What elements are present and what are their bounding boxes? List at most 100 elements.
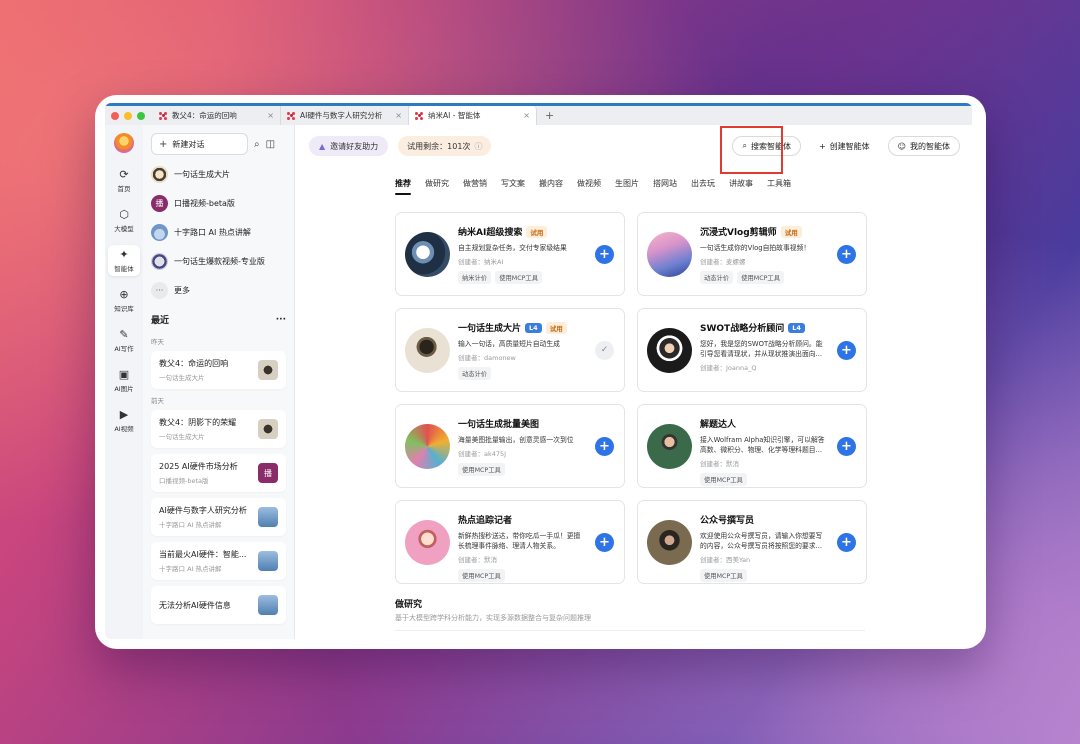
category-tab[interactable]: 工具箱 — [767, 178, 791, 195]
rail-label: 大模型 — [114, 225, 134, 233]
agent-name: 热点追踪记者 — [458, 516, 513, 526]
history-item[interactable]: AI硬件与数字人研究分析 十字路口 AI 热点讲解 — [151, 498, 286, 536]
tab-close-icon[interactable]: × — [523, 111, 530, 120]
close-window-button[interactable] — [111, 111, 119, 120]
category-tab[interactable]: 出去玩 — [691, 178, 715, 195]
agent-name: 纳米AI超级搜索 — [458, 228, 523, 238]
agent-card[interactable]: 公众号撰写员 欢迎使用公众号撰写员，请输入你想要写的内容，公众号撰写员将按照您的… — [637, 500, 867, 584]
new-chat-button[interactable]: + 新建对话 — [151, 133, 248, 155]
category-tab[interactable]: 写文案 — [501, 178, 525, 195]
category-tab[interactable]: 做视频 — [577, 178, 601, 195]
invite-friends-button[interactable]: ▲ 邀请好友助力 — [309, 136, 389, 156]
tab-close-icon[interactable]: × — [267, 111, 274, 120]
minimize-window-button[interactable] — [124, 111, 132, 120]
user-avatar[interactable] — [114, 133, 134, 153]
add-agent-button[interactable]: + — [837, 533, 856, 552]
rail-item-knowledge[interactable]: ⊕ 知识库 — [108, 285, 140, 316]
category-tab[interactable]: 推荐 — [395, 178, 411, 195]
plus-icon: + — [818, 141, 826, 151]
add-agent-button[interactable]: + — [837, 341, 856, 360]
agent-card-avatar — [405, 328, 450, 373]
sidebar-agent-item[interactable]: 十字路口 AI 热点讲解 — [151, 221, 286, 243]
history-item[interactable]: 教父4：阴影下的荣耀 一句话生成大片 — [151, 410, 286, 448]
tab-label: 教父4：命运的回响 — [172, 111, 237, 120]
rail-item-agents[interactable]: ✦ 智能体 — [108, 245, 140, 276]
agent-card-avatar — [405, 520, 450, 565]
sidebar-top: + 新建对话 ⌕ ◫ — [151, 133, 286, 155]
add-agent-button[interactable]: + — [837, 437, 856, 456]
browser-tab[interactable]: 教父4：命运的回响 × — [153, 106, 281, 125]
history-item[interactable]: 教父4：命运的回响 一句话生成大片 — [151, 351, 286, 389]
history-thumbnail: 播 — [258, 463, 278, 483]
history-item[interactable]: 无法分析AI硬件信息 — [151, 586, 286, 624]
sidebar-agent-item[interactable]: 一句话生成大片 — [151, 163, 286, 185]
sidebar-more-item[interactable]: ··· 更多 — [151, 279, 286, 301]
agent-card[interactable]: 一句话生成大片 L4 试用 输入一句话，高质量短片自动生成 创建者：damone… — [395, 308, 625, 392]
sidebar-agent-item[interactable]: 播 口播视频-beta版 — [151, 192, 286, 214]
history-day-label: 昨天 — [151, 338, 164, 346]
agent-tags: 纳米计价 使用MCP工具 — [458, 271, 584, 284]
rail-item-home[interactable]: ⟳ 首页 — [108, 165, 140, 196]
agent-card[interactable]: 解题达人 接入Wolfram Alpha知识引擎，可以解答高数、微积分、物理、化… — [637, 404, 867, 488]
create-agent-button[interactable]: + 创建智能体 — [808, 136, 880, 156]
history-sub: 一句话生成大片 — [159, 433, 205, 441]
add-agent-button[interactable]: + — [595, 533, 614, 552]
agent-card[interactable]: 沉浸式Vlog剪辑师 试用 一句话生成你的Vlog自拍故事视频！ 创建者：麦螺螺… — [637, 212, 867, 296]
create-agent-label: 创建智能体 — [829, 141, 870, 151]
video-icon: ▶ — [119, 408, 129, 421]
agent-desc: 海量美图批量输出，创意灵感一次到位 — [458, 436, 574, 444]
browser-tab[interactable]: AI硬件与数字人研究分析 × — [281, 106, 409, 125]
browser-tab-active[interactable]: 纳米AI - 智能体 × — [409, 106, 537, 125]
sidebar-toggle-icon[interactable]: ◫ — [266, 139, 275, 150]
agent-label: 口播视频-beta版 — [174, 198, 235, 208]
agent-card-title: 公众号撰写员 — [700, 513, 826, 526]
add-agent-button[interactable]: + — [837, 245, 856, 264]
agent-card[interactable]: 热点追踪记者 新鲜热搜秒送达，带你吃瓜一手瓜！更擅长梳理事件脉络、理清人物关系。… — [395, 500, 625, 584]
history-item[interactable]: 2025 AI硬件市场分析 口播视频-beta版 播 — [151, 454, 286, 492]
agent-card[interactable]: 纳米AI超级搜索 试用 自主规划复杂任务，交付专家级结果 创建者：纳米AI 纳米… — [395, 212, 625, 296]
zoom-window-button[interactable] — [137, 111, 145, 120]
category-tab[interactable]: 搭网站 — [653, 178, 677, 195]
search-agent-button[interactable]: ⌕ 搜索智能体 — [732, 136, 801, 156]
search-icon[interactable]: ⌕ — [254, 139, 260, 150]
history-text: 教父4：命运的回响 一句话生成大片 — [159, 358, 228, 382]
my-agent-button[interactable]: ☺ 我的智能体 — [887, 136, 960, 156]
agent-desc: 输入一句话，高质量短片自动生成 — [458, 340, 560, 348]
history-day-label: 前天 — [151, 397, 164, 405]
new-tab-button[interactable]: + — [537, 109, 562, 122]
category-tab[interactable]: 讲故事 — [729, 178, 753, 195]
history-item[interactable]: 当前最火AI硬件：智能... 十字路口 AI 热点讲解 — [151, 542, 286, 580]
add-agent-button[interactable]: + — [595, 245, 614, 264]
agent-avatar — [151, 252, 168, 270]
category-tab[interactable]: 做研究 — [425, 178, 449, 195]
recent-title: 最近 — [151, 316, 170, 326]
agent-desc: 新鲜热搜秒送达，带你吃瓜一手瓜！更擅长梳理事件脉络、理清人物关系。 — [458, 532, 581, 550]
rail-item-writing[interactable]: ✎ AI写作 — [108, 325, 140, 356]
agent-chip: 使用MCP工具 — [495, 271, 543, 284]
add-agent-button[interactable]: + — [595, 437, 614, 456]
category-tab[interactable]: 生图片 — [615, 178, 639, 195]
recent-more-icon[interactable]: ··· — [276, 315, 286, 325]
rail-item-models[interactable]: ⬡ 大模型 — [108, 205, 140, 236]
added-check-button[interactable]: ✓ — [595, 341, 614, 360]
tab-close-icon[interactable]: × — [395, 111, 402, 120]
search-agent-label: 搜索智能体 — [750, 141, 791, 151]
agent-card-avatar — [647, 232, 692, 277]
rail-item-video[interactable]: ▶ AI视频 — [108, 405, 140, 436]
history-sub: 口播视频-beta版 — [159, 477, 209, 485]
sidebar-agent-item[interactable]: 一句话生爆款视频-专业版 — [151, 250, 286, 272]
agent-card[interactable]: SWOT战略分析顾问 L4 您好，我是您的SWOT战略分析顾问。能引导您看清现状… — [637, 308, 867, 392]
app-window: 教父4：命运的回响 × AI硬件与数字人研究分析 × 纳米AI - 智能体 × … — [95, 95, 986, 649]
level-tag: L4 — [788, 322, 805, 333]
my-agent-label: 我的智能体 — [910, 141, 950, 151]
category-tab[interactable]: 做营销 — [463, 178, 487, 195]
agent-name: 解题达人 — [700, 420, 737, 430]
category-tab[interactable]: 搬内容 — [539, 178, 563, 195]
app-logo-icon — [287, 111, 295, 120]
agent-card-avatar — [405, 424, 450, 469]
help-icon[interactable]: ⓘ — [474, 141, 482, 152]
agent-card-title: 沉浸式Vlog剪辑师 试用 — [700, 225, 826, 238]
agent-card[interactable]: 一句话生成批量美图 海量美图批量输出，创意灵感一次到位 创建者：ak475J 使… — [395, 404, 625, 488]
tab-label: AI硬件与数字人研究分析 — [300, 111, 383, 120]
rail-item-images[interactable]: ▣ AI图片 — [108, 365, 140, 396]
